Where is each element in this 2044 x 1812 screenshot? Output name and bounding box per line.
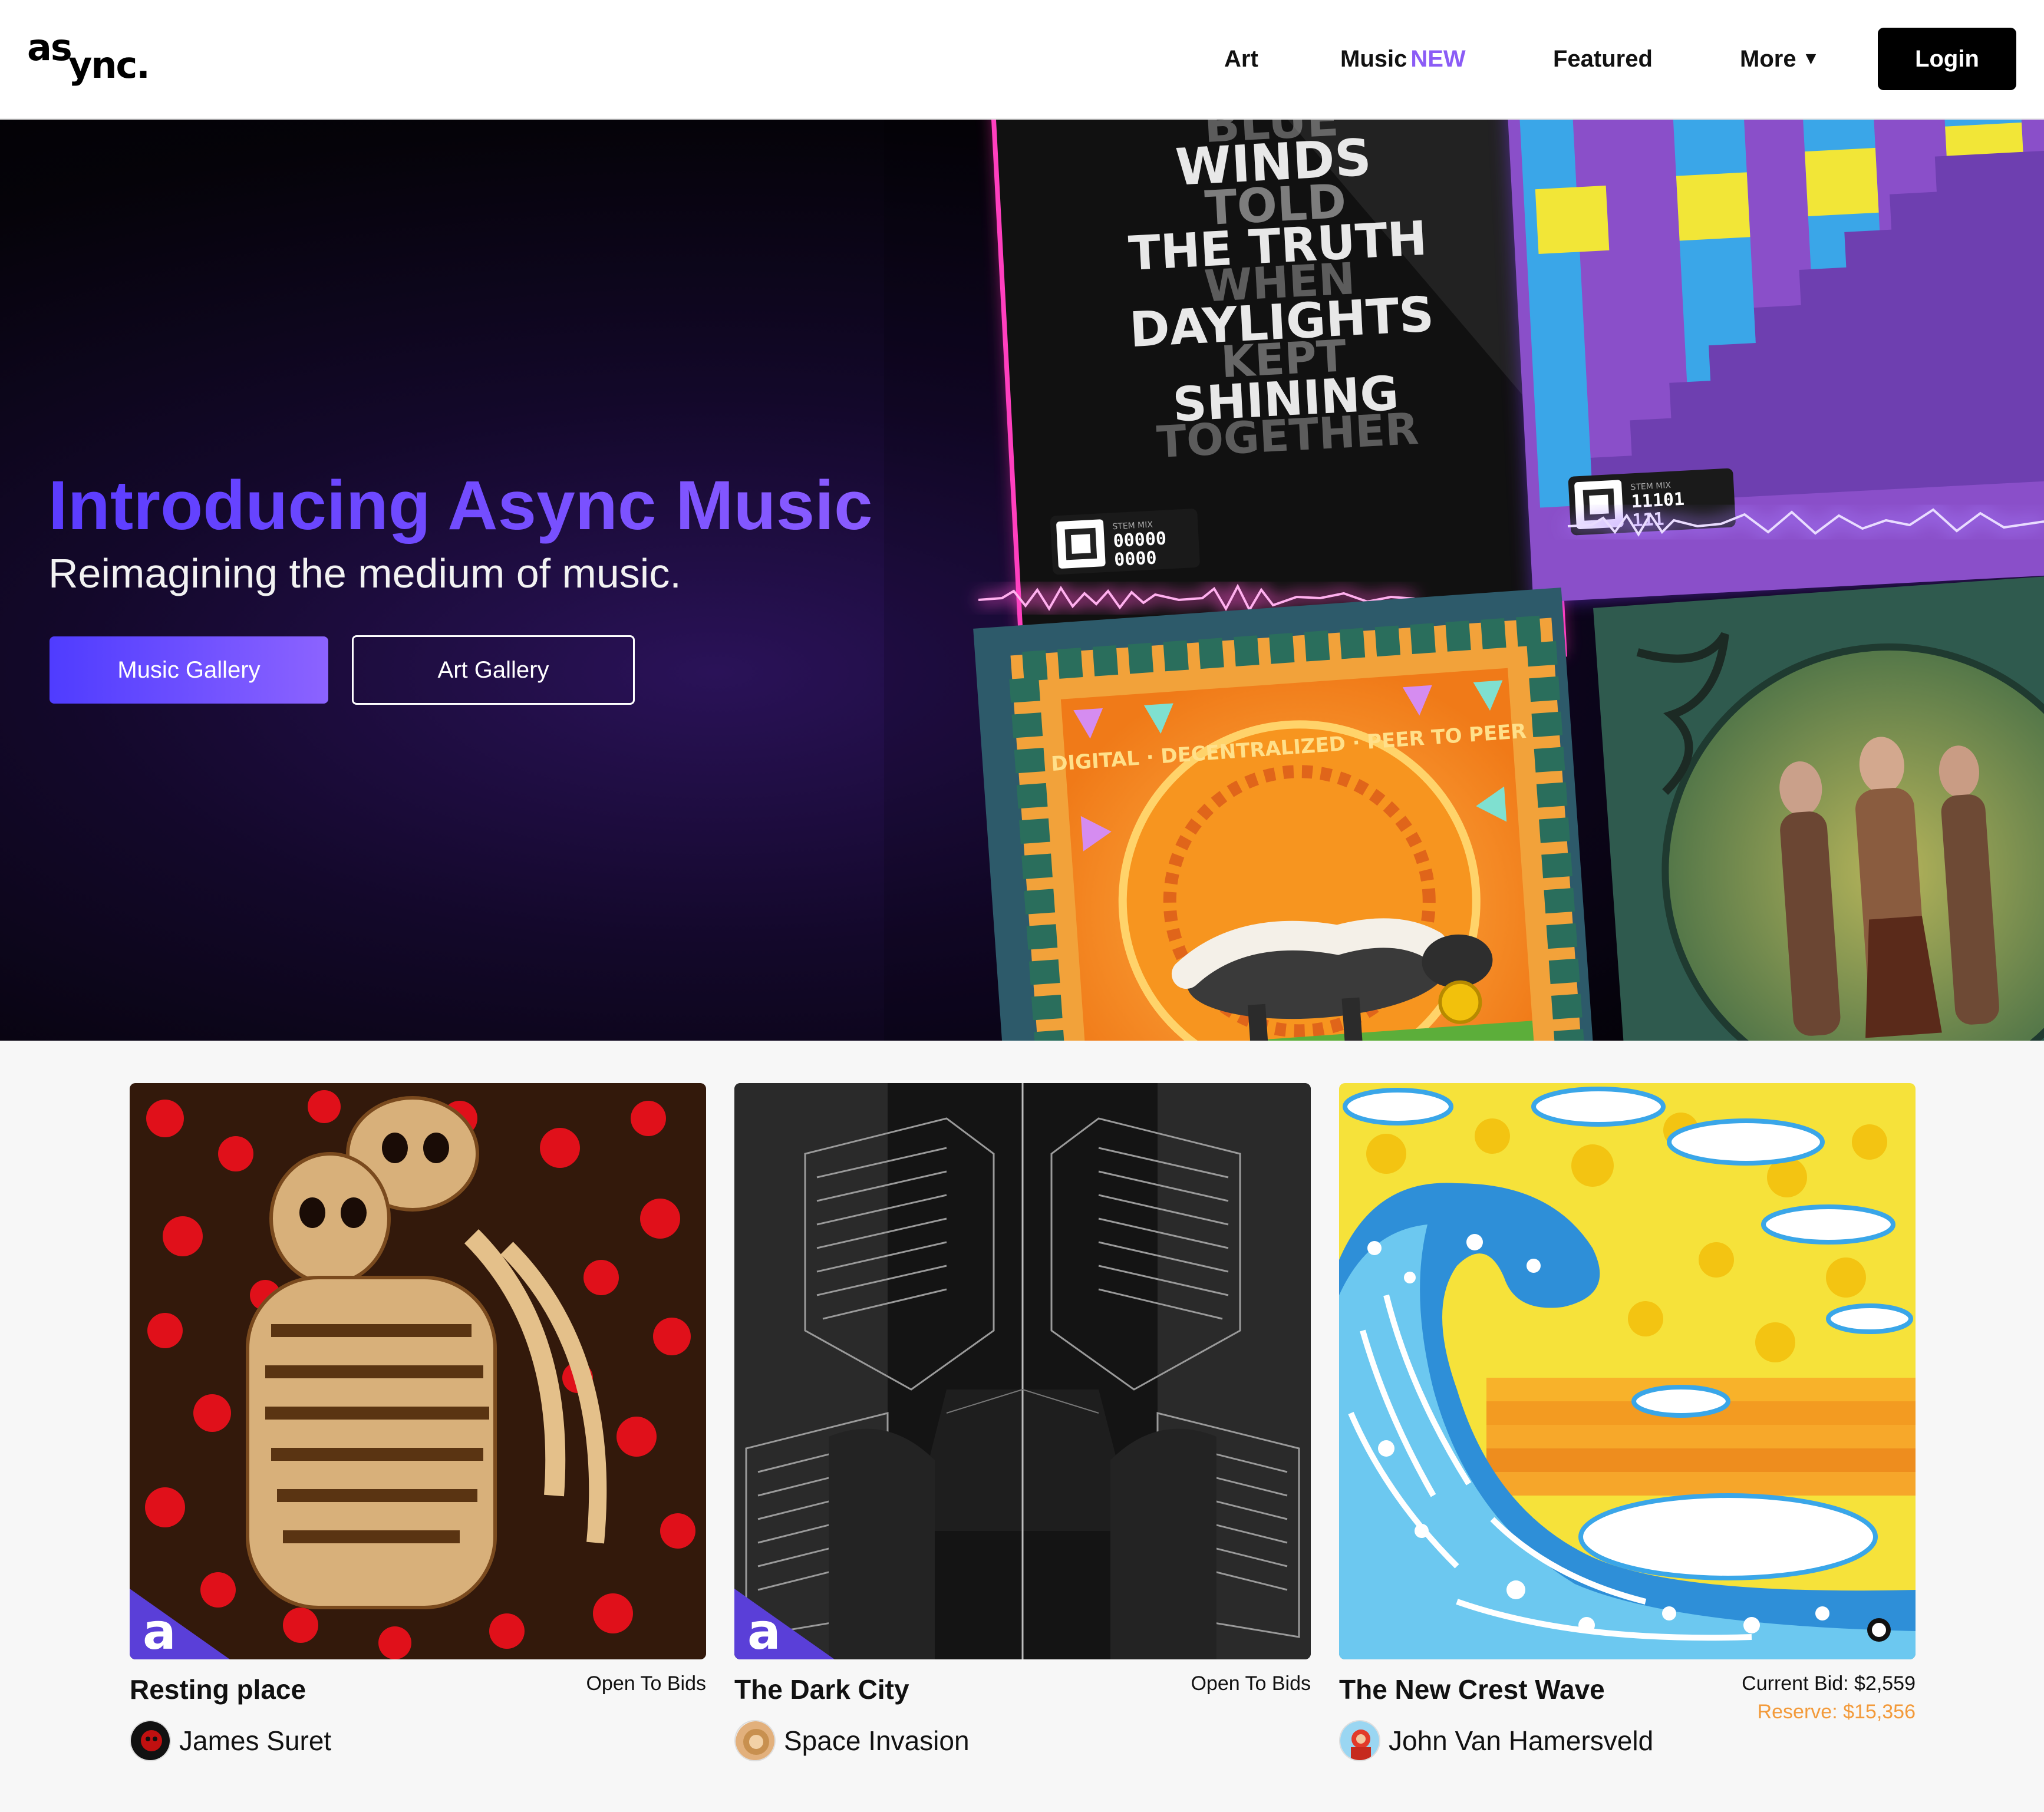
a-logo-icon: a <box>130 1589 230 1659</box>
music-gallery-button[interactable]: Music Gallery <box>50 636 328 704</box>
nav-link-music[interactable]: Music NEW <box>1340 42 1466 75</box>
artist-name: James Suret <box>179 1725 332 1756</box>
artwork-image[interactable] <box>1339 1083 1916 1659</box>
album-cover-artwork: BLUE WINDS TOLD THE TRUTH WHEN DAYLIGHTS… <box>884 120 2044 1041</box>
login-button[interactable]: Login <box>1878 28 2016 90</box>
logo-text-top: as <box>27 26 72 69</box>
nav-link-art[interactable]: Art <box>1224 42 1258 75</box>
artist-name: Space Invasion <box>784 1725 970 1756</box>
async-badge: a <box>130 1571 230 1659</box>
artist-avatar <box>130 1720 171 1761</box>
current-bid: Current Bid: $2,559 <box>1742 1672 1916 1695</box>
artist-link[interactable]: James Suret <box>130 1719 331 1762</box>
nav-link-music-label: Music <box>1340 46 1407 72</box>
a-logo-icon: a <box>734 1589 835 1659</box>
artwork-title[interactable]: The Dark City <box>734 1674 909 1705</box>
art-gallery-button[interactable]: Art Gallery <box>352 635 635 705</box>
nav-link-more-label: More <box>1740 46 1796 72</box>
crest-wave-artwork <box>1339 1083 1916 1659</box>
artwork-title[interactable]: Resting place <box>130 1674 306 1705</box>
artwork-image[interactable]: a <box>130 1083 706 1659</box>
album-cover-collage: BLUE WINDS TOLD THE TRUTH WHEN DAYLIGHTS… <box>884 120 2044 1041</box>
artist-avatar <box>734 1720 776 1761</box>
badge-letter: a <box>747 1603 781 1659</box>
hero-subtitle: Reimagining the medium of music. <box>48 550 681 596</box>
async-badge: a <box>734 1571 835 1659</box>
top-nav: as ync. Art Music NEW Featured More ▼ Logi… <box>0 0 2044 120</box>
caret-down-icon: ▼ <box>1802 49 1820 68</box>
artist-name: John Van Hamersveld <box>1389 1725 1654 1756</box>
artist-link[interactable]: Space Invasion <box>734 1719 970 1762</box>
artwork-title[interactable]: The New Crest Wave <box>1339 1674 1605 1705</box>
artwork-image[interactable]: a <box>734 1083 1311 1659</box>
badge-letter: a <box>143 1603 176 1659</box>
hero-banner: BLUE WINDS TOLD THE TRUTH WHEN DAYLIGHTS… <box>0 120 2044 1041</box>
sale-status: Open To Bids <box>1191 1672 1311 1695</box>
nav-link-featured[interactable]: Featured <box>1553 42 1653 75</box>
hero-title: Introducing Async Music <box>48 464 873 548</box>
artist-link[interactable]: John Van Hamersveld <box>1339 1719 1653 1762</box>
sale-status: Open To Bids <box>586 1672 706 1695</box>
logo-text-bottom: ync. <box>68 44 150 87</box>
reserve-price: Reserve: $15,356 <box>1757 1701 1916 1723</box>
nav-link-more[interactable]: More ▼ <box>1740 42 1819 75</box>
artist-avatar <box>1339 1720 1380 1761</box>
stem-code: 0000 <box>1113 547 1157 570</box>
new-tag: NEW <box>1410 46 1466 72</box>
